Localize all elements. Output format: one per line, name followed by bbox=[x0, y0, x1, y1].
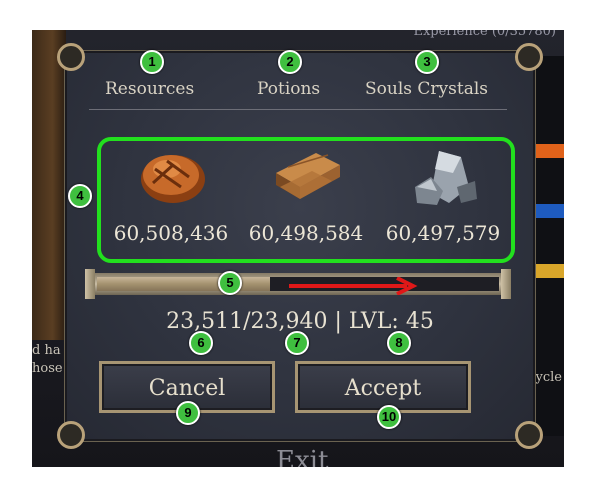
resources-panel: 60,508,436 60,498,584 60,497,579 bbox=[97, 137, 515, 263]
resource-exchange-dialog: Resources Potions Souls Crystals 60,508,… bbox=[57, 43, 543, 449]
wood-amount: 60,498,584 bbox=[248, 221, 364, 245]
exit-button[interactable]: Exit bbox=[276, 446, 328, 467]
corner-ornament bbox=[57, 43, 85, 71]
tab-bar: Resources Potions Souls Crystals bbox=[89, 73, 507, 110]
wood-planks-icon bbox=[276, 153, 340, 199]
corner-ornament bbox=[515, 421, 543, 449]
bread-icon bbox=[141, 155, 205, 203]
resource-stone: 60,497,579 bbox=[373, 141, 513, 259]
annotation-badge: 5 bbox=[218, 271, 242, 295]
resource-wood: 60,498,584 bbox=[236, 141, 376, 259]
corner-ornament bbox=[57, 421, 85, 449]
stone-icon bbox=[415, 151, 477, 205]
red-arrow-icon bbox=[289, 277, 418, 295]
background-right-text: ycle bbox=[535, 370, 562, 385]
annotation-badge: 2 bbox=[278, 50, 302, 74]
annotation-badge: 9 bbox=[176, 401, 200, 425]
progress-left-cap bbox=[85, 269, 95, 299]
annotation-badge: 3 bbox=[415, 50, 439, 74]
progress-level-text: 23,511/23,940 | LVL: 45 bbox=[166, 309, 434, 334]
tab-souls-crystals[interactable]: Souls Crystals bbox=[365, 79, 488, 99]
annotation-badge: 6 bbox=[189, 331, 213, 355]
progress-fill bbox=[97, 277, 270, 291]
tab-resources[interactable]: Resources bbox=[105, 79, 194, 99]
annotation-badge: 4 bbox=[68, 184, 92, 208]
resource-bread: 60,508,436 bbox=[101, 141, 241, 259]
corner-ornament bbox=[515, 43, 543, 71]
tab-potions[interactable]: Potions bbox=[257, 79, 320, 99]
stone-amount: 60,497,579 bbox=[385, 221, 501, 245]
annotation-badge: 1 bbox=[140, 50, 164, 74]
experience-text: Experience (0/35780) bbox=[413, 30, 556, 39]
annotation-badge: 10 bbox=[377, 405, 401, 429]
annotation-badge: 8 bbox=[387, 331, 411, 355]
background-artwork bbox=[32, 30, 66, 340]
bread-amount: 60,508,436 bbox=[113, 221, 229, 245]
progress-right-cap bbox=[501, 269, 511, 299]
annotation-badge: 7 bbox=[285, 331, 309, 355]
